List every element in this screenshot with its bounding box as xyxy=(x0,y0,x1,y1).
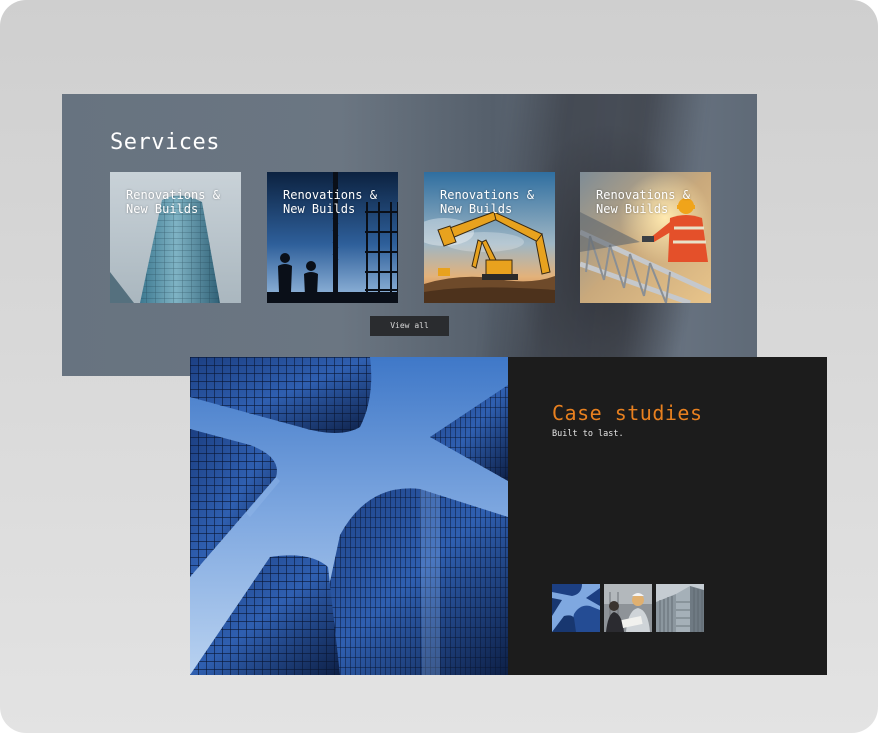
case-study-thumbnail[interactable] xyxy=(552,584,600,632)
service-card[interactable]: Renovations & New Builds xyxy=(110,172,241,303)
service-card-label: Renovations & New Builds xyxy=(126,188,220,216)
case-studies-subtitle: Built to last. xyxy=(552,429,624,439)
building-facade-thumbnail xyxy=(656,584,704,632)
service-card-label: Renovations & New Builds xyxy=(440,188,534,216)
service-card[interactable]: Renovations & New Builds xyxy=(424,172,555,303)
case-studies-section: Case studies Built to last. xyxy=(190,357,827,675)
engineers-thumbnail xyxy=(604,584,652,632)
service-card-label: Renovations & New Builds xyxy=(596,188,690,216)
app-frame: Services Renovations & New Builds Renova… xyxy=(0,0,878,733)
view-all-button[interactable]: View all xyxy=(370,316,449,336)
service-card[interactable]: Renovations & New Builds xyxy=(580,172,711,303)
services-section: Services Renovations & New Builds Renova… xyxy=(62,94,757,376)
services-title: Services xyxy=(110,130,220,155)
skyscrapers-thumbnail xyxy=(552,584,600,632)
service-card[interactable]: Renovations & New Builds xyxy=(267,172,398,303)
skyscrapers-looking-up-photo xyxy=(190,357,508,675)
case-study-main-image xyxy=(190,357,508,675)
case-study-thumbnail[interactable] xyxy=(656,584,704,632)
service-card-label: Renovations & New Builds xyxy=(283,188,377,216)
case-studies-title: Case studies xyxy=(552,401,703,425)
case-study-thumbnail[interactable] xyxy=(604,584,652,632)
case-studies-info: Case studies Built to last. xyxy=(508,357,827,675)
